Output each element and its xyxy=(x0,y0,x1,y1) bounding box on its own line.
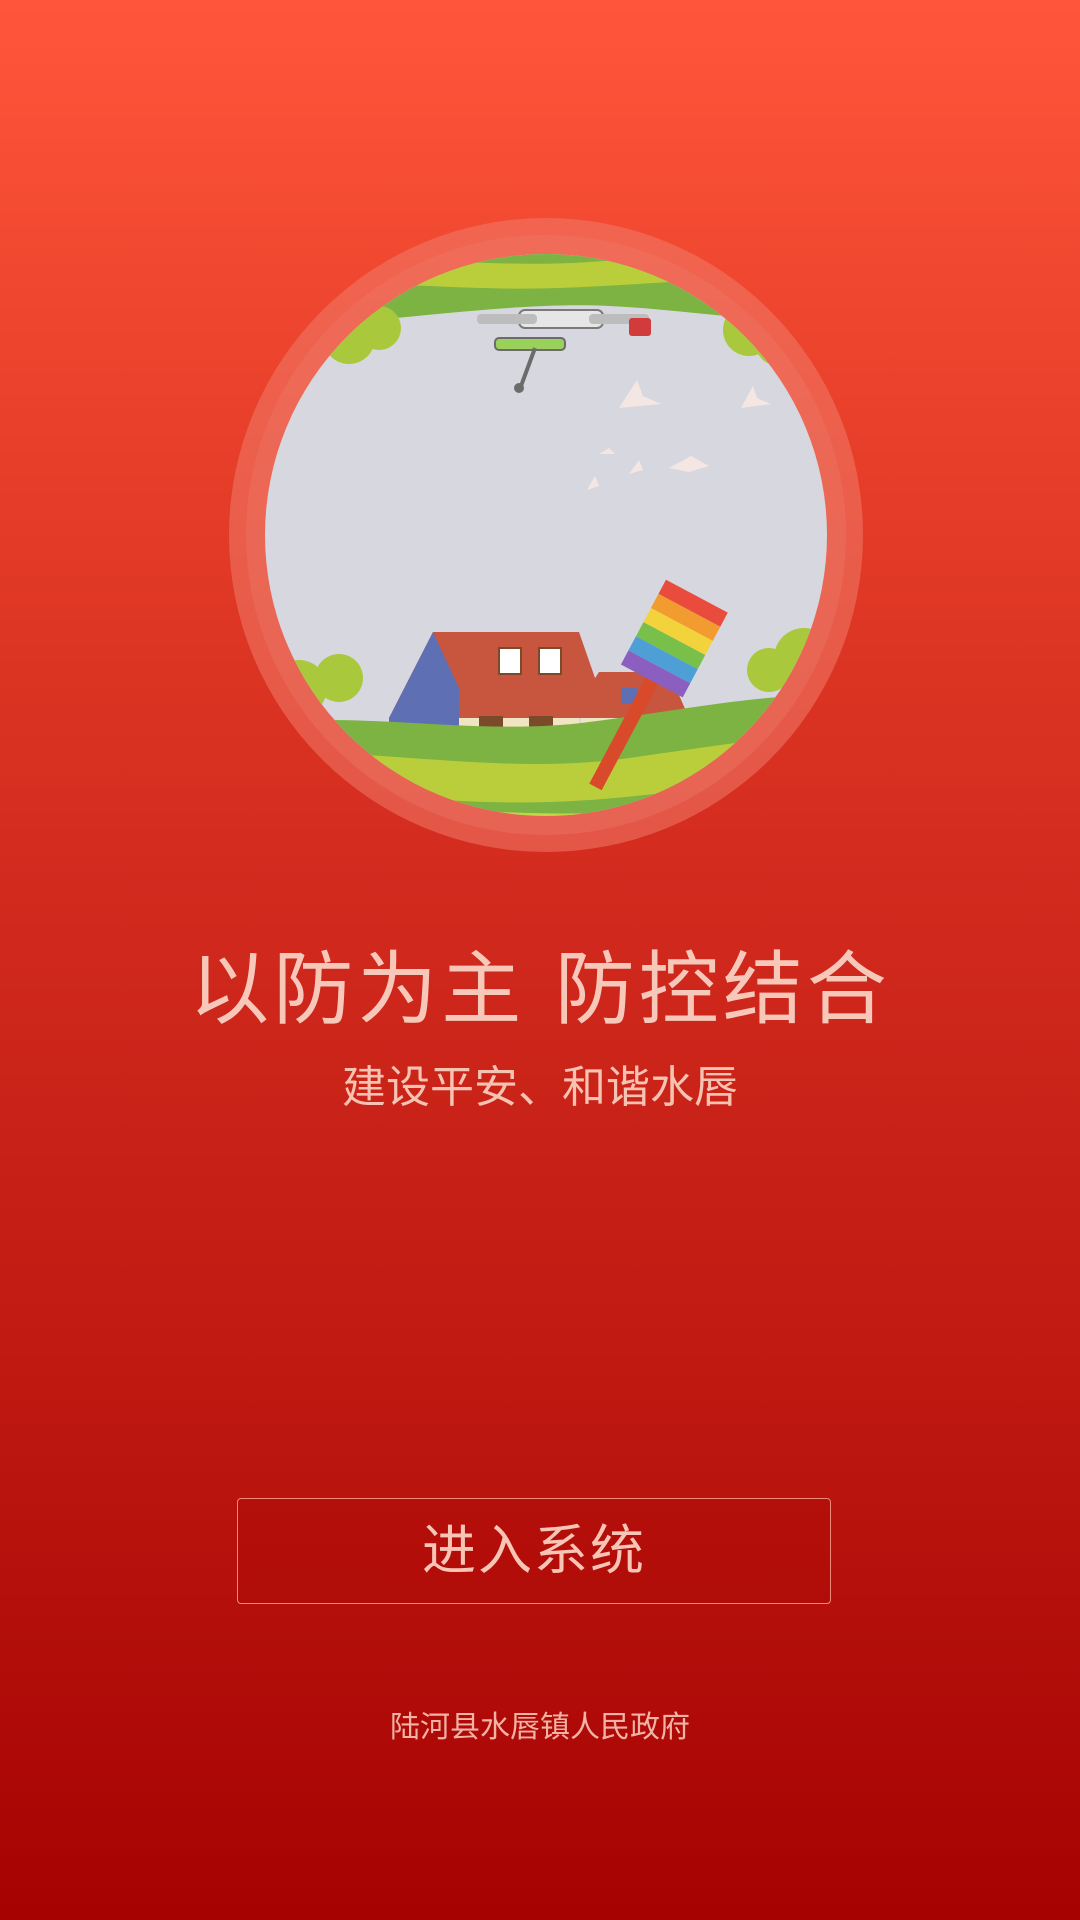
village-scene-icon xyxy=(229,218,863,852)
enter-system-button[interactable]: 进入系统 xyxy=(237,1498,831,1604)
slogan-sub: 建设平安、和谐水唇 xyxy=(342,1062,738,1113)
slogan-main: 以防为主 防控结合 xyxy=(189,943,891,1036)
footer-organization: 陆河县水唇镇人民政府 xyxy=(390,1710,690,1745)
hero-illustration xyxy=(229,218,863,852)
